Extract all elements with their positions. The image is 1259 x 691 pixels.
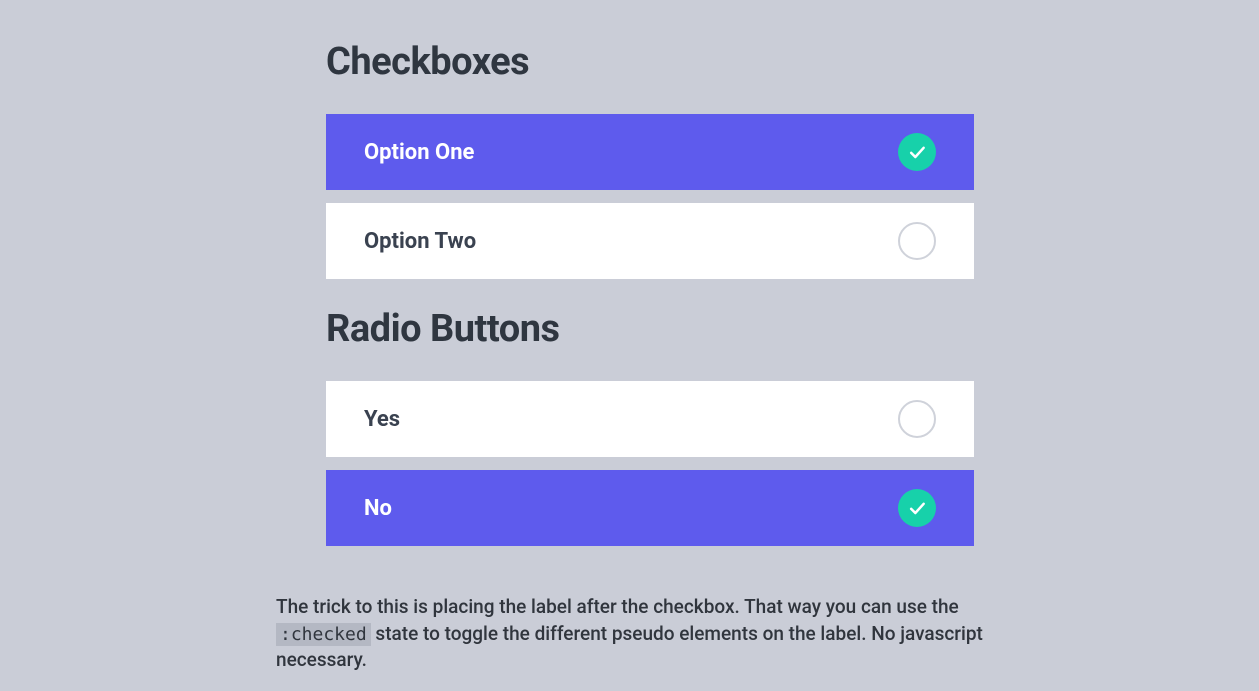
explanation-part1: The trick to this is placing the label a…: [276, 595, 959, 618]
empty-circle-icon: [898, 400, 936, 438]
code-token: :checked: [276, 623, 371, 646]
checkbox-option-two[interactable]: Option Two: [326, 203, 974, 279]
radio-option-yes[interactable]: Yes: [326, 381, 974, 457]
checkbox-label: Option Two: [364, 229, 476, 254]
check-icon: [898, 489, 936, 527]
radio-heading: Radio Buttons: [326, 307, 974, 351]
checkbox-label: Option One: [364, 140, 474, 165]
checkbox-option-one[interactable]: Option One: [326, 114, 974, 190]
radio-option-no[interactable]: No: [326, 470, 974, 546]
checkboxes-heading: Checkboxes: [326, 40, 974, 84]
explanation-part2: state to toggle the different pseudo ele…: [276, 622, 983, 672]
radio-label: No: [364, 496, 392, 521]
explanation-text: The trick to this is placing the label a…: [276, 594, 1036, 674]
empty-circle-icon: [898, 222, 936, 260]
check-icon: [898, 133, 936, 171]
radio-label: Yes: [364, 407, 400, 432]
radio-group: Yes No: [326, 381, 974, 546]
checkboxes-group: Option One Option Two: [326, 114, 974, 279]
